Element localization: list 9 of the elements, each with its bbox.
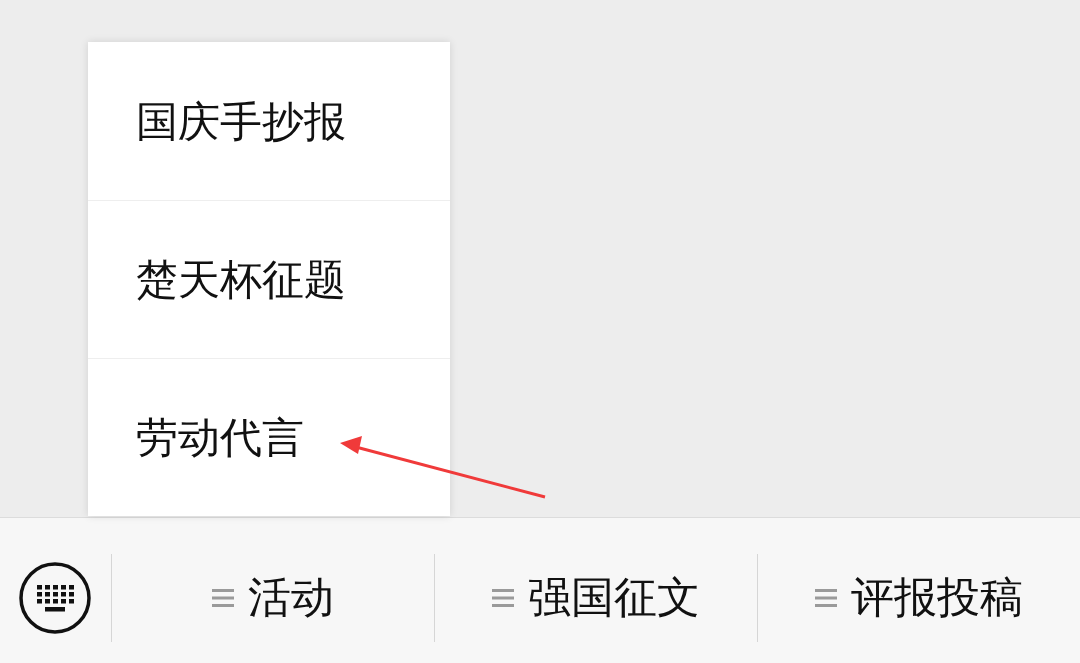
popup-menu-item[interactable]: 楚天杯征题 <box>88 200 450 358</box>
menu-tab[interactable]: 强国征文 <box>491 576 700 619</box>
menu-icon <box>491 586 514 609</box>
menu-icon <box>814 586 837 609</box>
popup-menu-item[interactable]: 国庆手抄报 <box>88 42 450 200</box>
keyboard-icon[interactable] <box>18 560 93 635</box>
menu-tab[interactable]: 评报投稿 <box>814 576 1023 619</box>
menu-icon <box>211 586 234 609</box>
menu-tab[interactable]: 活动 <box>211 576 334 619</box>
